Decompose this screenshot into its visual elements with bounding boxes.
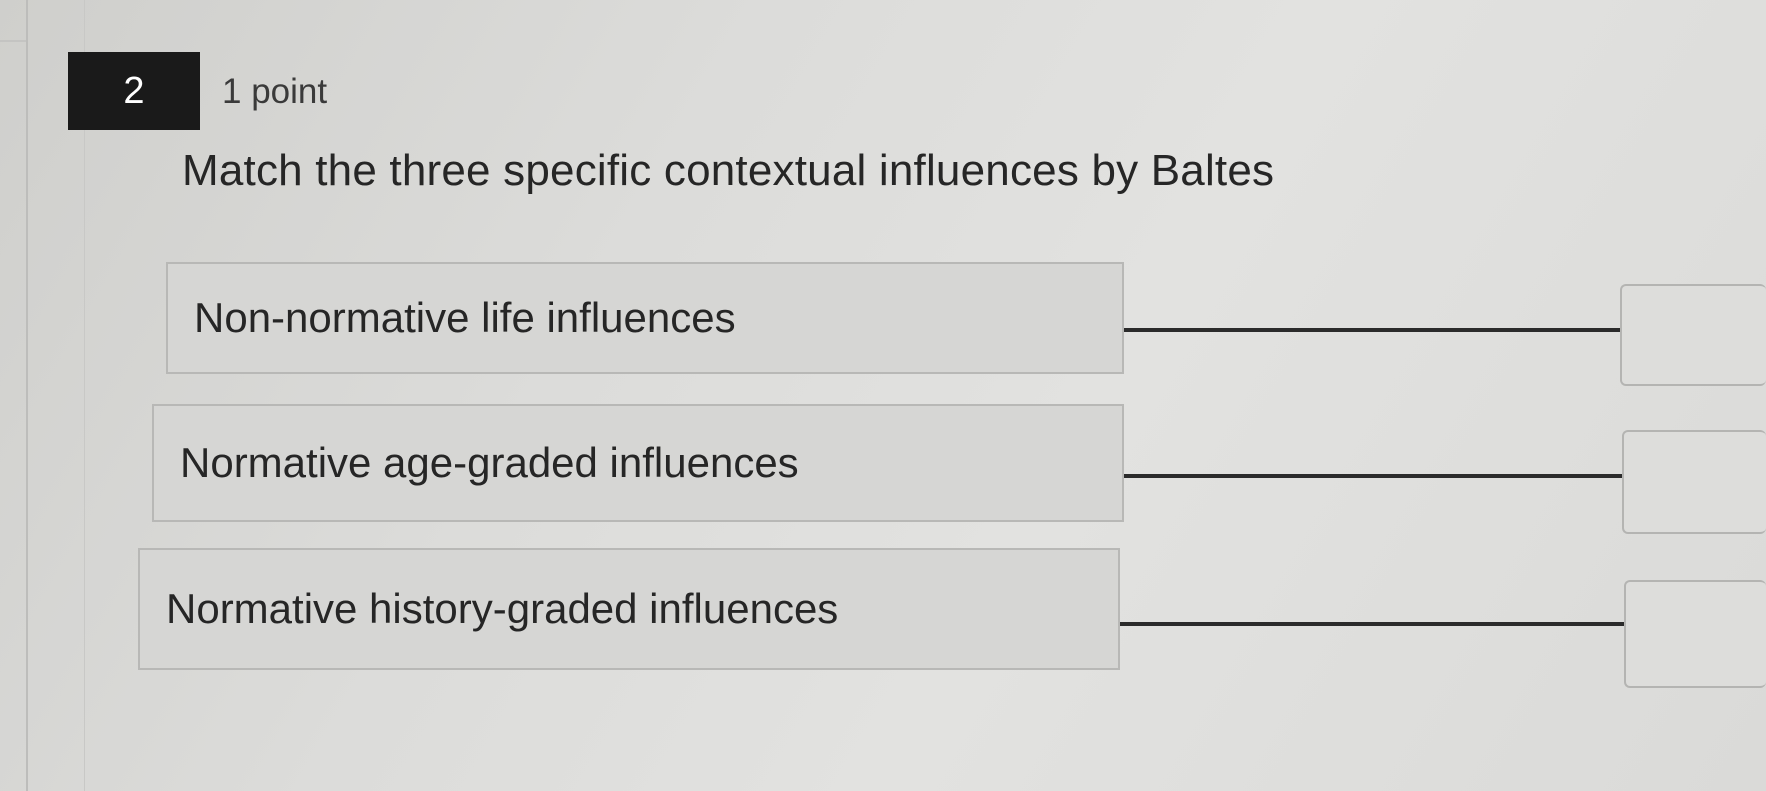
quiz-page: 2 1 point Match the three specific conte… [0, 0, 1766, 791]
match-item-label: Non-normative life influences [194, 294, 736, 341]
match-item-label: Normative history-graded influences [166, 585, 839, 632]
question-number-badge: 2 [68, 52, 200, 130]
match-item-history-graded[interactable]: Normative history-graded influences [138, 548, 1120, 670]
question-prompt: Match the three specific contextual infl… [182, 146, 1275, 195]
match-item-age-graded[interactable]: Normative age-graded influences [152, 404, 1124, 522]
question-points: 1 point [222, 72, 328, 111]
top-divider [0, 40, 26, 42]
match-item-label: Normative age-graded influences [180, 439, 799, 486]
match-drop-target[interactable] [1624, 580, 1766, 688]
match-drop-target[interactable] [1622, 430, 1766, 534]
match-connector-line [1124, 328, 1620, 332]
left-border-line [26, 0, 28, 791]
match-connector-line [1124, 474, 1622, 478]
match-item-non-normative[interactable]: Non-normative life influences [166, 262, 1124, 374]
match-connector-line [1120, 622, 1624, 626]
match-drop-target[interactable] [1620, 284, 1766, 386]
